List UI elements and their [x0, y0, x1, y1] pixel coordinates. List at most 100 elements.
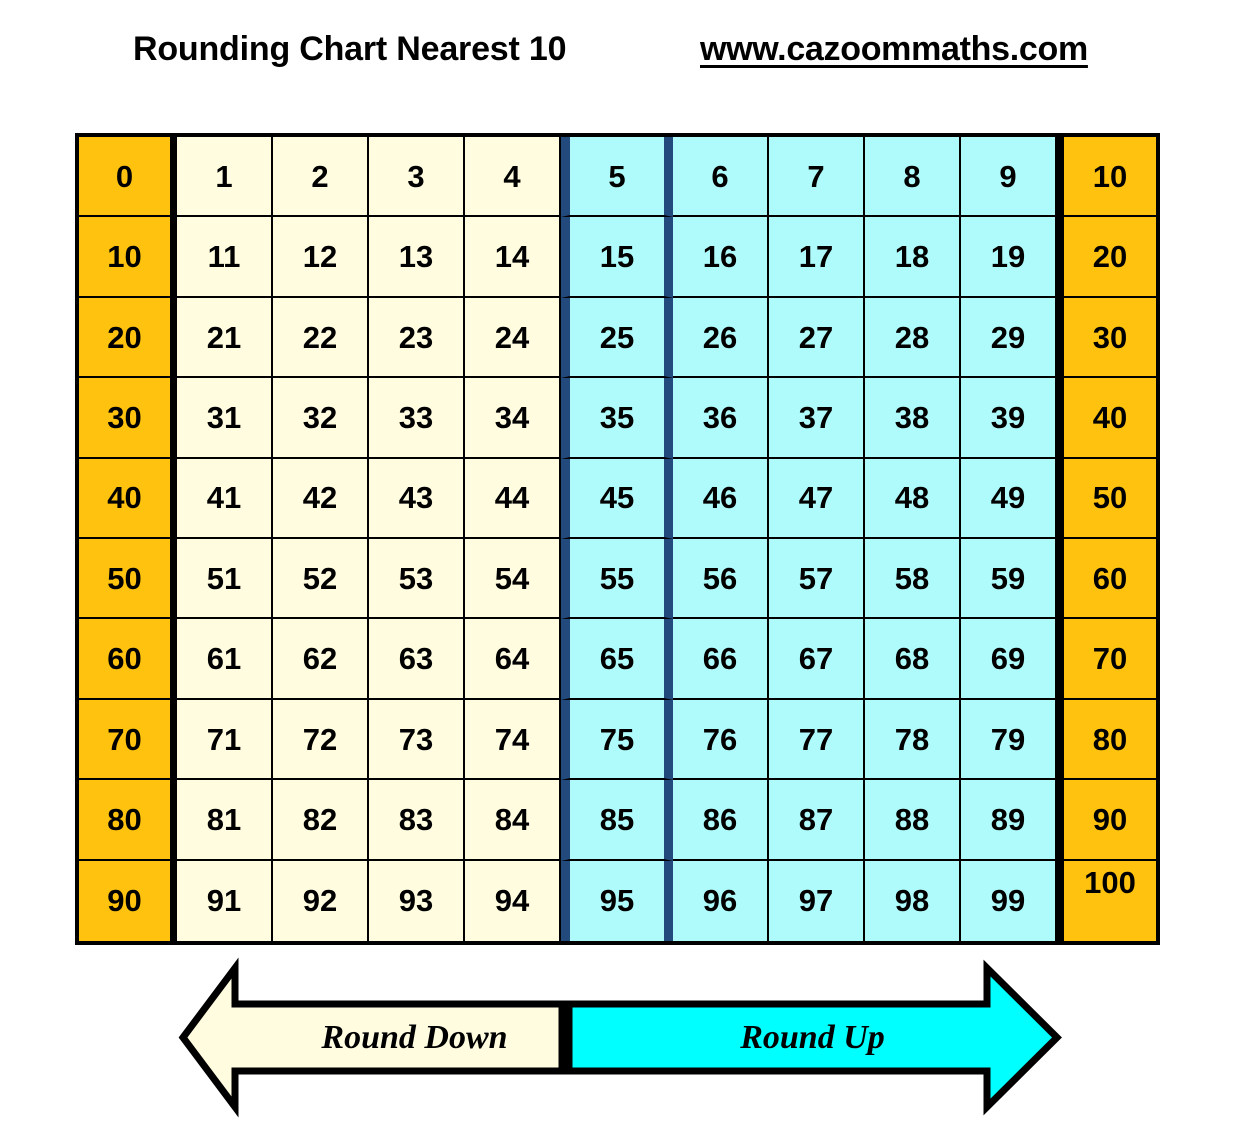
- grid-row: 10 11 12 13 14 15 16 17 18 19 20: [79, 217, 1156, 298]
- round-up-cell: 26: [673, 297, 769, 379]
- grid-row: 80 81 82 83 84 85 86 87 88 89 90: [79, 780, 1156, 861]
- round-down-cell: 62: [273, 619, 369, 700]
- grid-row: 60 61 62 63 64 65 66 67 68 69 70: [79, 619, 1156, 700]
- round-down-cell: 53: [369, 539, 465, 620]
- decade-cell-left: 80: [79, 780, 177, 861]
- round-down-cell: 12: [273, 217, 369, 298]
- round-up-cell: 18: [865, 217, 961, 298]
- round-up-cell: 89: [961, 780, 1057, 861]
- round-down-cell: 72: [273, 699, 369, 781]
- round-down-cell: 22: [273, 297, 369, 379]
- round-down-cell: 81: [177, 780, 273, 861]
- round-down-cell: 3: [369, 137, 465, 218]
- decade-cell-right: 80: [1057, 699, 1156, 781]
- round-up-cell: 57: [769, 539, 865, 620]
- legend-arrow-band: Round Down Round Up: [0, 957, 1240, 1120]
- round-up-cell: 45: [561, 458, 673, 540]
- round-up-cell: 75: [561, 699, 673, 781]
- round-up-cell: 8: [865, 137, 961, 218]
- decade-cell-left: 90: [79, 860, 177, 942]
- round-up-cell: 88: [865, 780, 961, 861]
- rounding-number-grid: 0 1 2 3 4 5 6 7 8 9 10 10 11 12 13 14 15 16 17 18 19 20 20 21 22…: [75, 133, 1160, 945]
- round-up-cell: 79: [961, 699, 1057, 781]
- round-down-cell: 61: [177, 619, 273, 700]
- round-down-cell: 52: [273, 539, 369, 620]
- round-up-cell: 55: [561, 539, 673, 620]
- grid-row: 70 71 72 73 74 75 76 77 78 79 80: [79, 699, 1156, 781]
- round-up-cell: 27: [769, 297, 865, 379]
- decade-cell-left: 70: [79, 699, 177, 781]
- decade-cell-left: 40: [79, 458, 177, 540]
- round-up-arrow-shape: [565, 959, 1062, 1116]
- grid-row: 50 51 52 53 54 55 56 57 58 59 60: [79, 539, 1156, 620]
- round-down-cell: 41: [177, 458, 273, 540]
- round-down-cell: 82: [273, 780, 369, 861]
- decade-cell-left: 30: [79, 378, 177, 459]
- grid-row: 30 31 32 33 34 35 36 37 38 39 40: [79, 378, 1156, 459]
- round-down-cell: 71: [177, 699, 273, 781]
- grid-row: 40 41 42 43 44 45 46 47 48 49 50: [79, 458, 1156, 540]
- decade-cell-right: 60: [1057, 539, 1156, 620]
- round-down-cell: 23: [369, 297, 465, 379]
- decade-cell-left: 10: [79, 217, 177, 298]
- round-up-cell: 66: [673, 619, 769, 700]
- round-up-cell: 85: [561, 780, 673, 861]
- round-up-cell: 7: [769, 137, 865, 218]
- site-url-link[interactable]: www.cazoommaths.com: [700, 30, 1088, 69]
- round-up-cell: 25: [561, 297, 673, 379]
- round-down-cell: 14: [465, 217, 561, 298]
- round-up-cell: 59: [961, 539, 1057, 620]
- round-down-cell: 34: [465, 378, 561, 459]
- page-header: Rounding Chart Nearest 10 www.cazoommath…: [0, 30, 1240, 90]
- decade-cell-right: 70: [1057, 619, 1156, 700]
- round-down-cell: 64: [465, 619, 561, 700]
- round-down-cell: 32: [273, 378, 369, 459]
- round-down-cell: 54: [465, 539, 561, 620]
- decade-cell-right: 100: [1057, 860, 1156, 942]
- round-up-cell: 95: [561, 860, 673, 942]
- round-up-cell: 15: [561, 217, 673, 298]
- round-down-cell: 91: [177, 860, 273, 942]
- round-up-arrow: Round Up: [565, 959, 1062, 1116]
- grid-row: 20 21 22 23 24 25 26 27 28 29 30: [79, 297, 1156, 379]
- round-down-cell: 24: [465, 297, 561, 379]
- round-up-cell: 78: [865, 699, 961, 781]
- round-down-cell: 93: [369, 860, 465, 942]
- round-up-cell: 16: [673, 217, 769, 298]
- round-up-cell: 56: [673, 539, 769, 620]
- round-up-cell: 36: [673, 378, 769, 459]
- round-down-cell: 44: [465, 458, 561, 540]
- round-up-cell: 97: [769, 860, 865, 942]
- round-up-cell: 9: [961, 137, 1057, 218]
- round-down-cell: 83: [369, 780, 465, 861]
- round-down-cell: 92: [273, 860, 369, 942]
- round-up-cell: 49: [961, 458, 1057, 540]
- round-up-cell: 98: [865, 860, 961, 942]
- round-down-cell: 73: [369, 699, 465, 781]
- round-up-cell: 68: [865, 619, 961, 700]
- round-down-cell: 33: [369, 378, 465, 459]
- decade-cell-left: 0: [79, 137, 177, 218]
- decade-cell-left: 20: [79, 297, 177, 379]
- decade-cell-right: 90: [1057, 780, 1156, 861]
- round-down-cell: 74: [465, 699, 561, 781]
- round-down-cell: 43: [369, 458, 465, 540]
- round-down-cell: 13: [369, 217, 465, 298]
- round-up-cell: 37: [769, 378, 865, 459]
- round-down-cell: 11: [177, 217, 273, 298]
- round-up-cell: 76: [673, 699, 769, 781]
- round-down-arrow: Round Down: [178, 957, 566, 1118]
- round-up-cell: 77: [769, 699, 865, 781]
- round-up-cell: 6: [673, 137, 769, 218]
- decade-cell-right: 30: [1057, 297, 1156, 379]
- round-up-cell: 65: [561, 619, 673, 700]
- round-up-cell: 38: [865, 378, 961, 459]
- round-up-cell: 5: [561, 137, 673, 218]
- round-up-cell: 35: [561, 378, 673, 459]
- page-title: Rounding Chart Nearest 10: [133, 30, 567, 68]
- round-up-cell: 58: [865, 539, 961, 620]
- round-up-cell: 87: [769, 780, 865, 861]
- round-up-cell: 67: [769, 619, 865, 700]
- round-up-cell: 47: [769, 458, 865, 540]
- grid-row: 0 1 2 3 4 5 6 7 8 9 10: [79, 137, 1156, 218]
